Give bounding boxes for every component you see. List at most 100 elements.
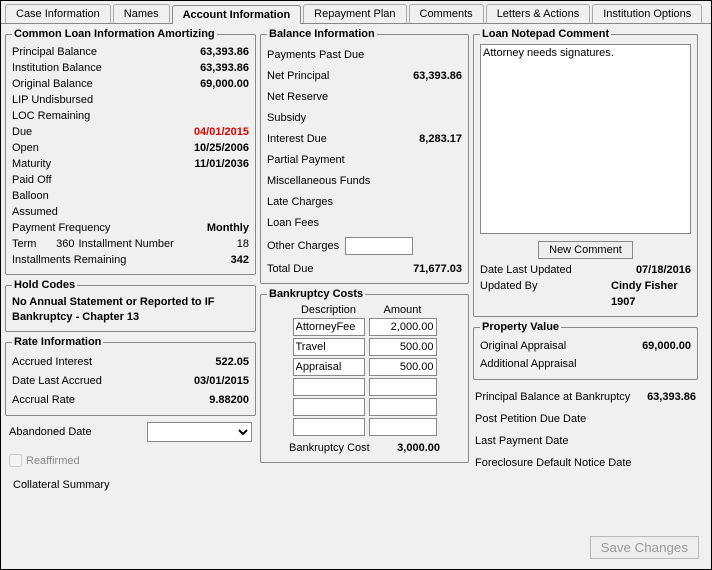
hold-codes: Hold Codes No Annual Statement or Report… (5, 279, 256, 332)
principal-at-bk-label: Principal Balance at Bankruptcy (475, 389, 630, 405)
due-label: Due (12, 124, 194, 140)
tab-case-info[interactable]: Case Information (5, 4, 111, 23)
abandoned-date-select[interactable] (147, 422, 252, 442)
cost-amount-4[interactable] (369, 398, 437, 416)
installments-remaining-label: Installments Remaining (12, 252, 231, 268)
open-value: 10/25/2006 (194, 140, 249, 156)
installments-remaining-value: 342 (231, 252, 249, 268)
bankruptcy-costs-title: Bankruptcy Costs (267, 288, 365, 300)
net-principal-value: 63,393.86 (413, 68, 462, 84)
bankruptcy-cost-total: 3,000.00 (397, 440, 440, 456)
foreclosure-label: Foreclosure Default Notice Date (475, 455, 632, 471)
term-label: Term (12, 236, 36, 252)
amount-header: Amount (369, 304, 437, 316)
abandoned-date-label: Abandoned Date (9, 424, 92, 440)
cost-desc-0[interactable] (293, 318, 365, 336)
installment-num-value: 18 (178, 236, 249, 252)
bankruptcy-costs: Bankruptcy Costs Description Amount Bank… (260, 288, 469, 463)
installment-num-label: Installment Number (78, 236, 173, 252)
tab-names[interactable]: Names (113, 4, 170, 23)
accrued-interest-label: Accrued Interest (12, 354, 215, 370)
loan-fees-label: Loan Fees (267, 215, 462, 231)
balloon-label: Balloon (12, 188, 249, 204)
common-loan-info: Common Loan Information Amortizing Princ… (5, 28, 256, 275)
common-loan-title: Common Loan Information Amortizing (12, 28, 217, 40)
property-value-title: Property Value (480, 321, 561, 333)
subsidy-label: Subsidy (267, 110, 462, 126)
new-comment-button[interactable]: New Comment (538, 241, 633, 259)
payment-freq-label: Payment Frequency (12, 220, 207, 236)
cost-amount-5[interactable] (369, 418, 437, 436)
accrued-interest-value: 522.05 (215, 354, 249, 370)
assumed-label: Assumed (12, 204, 249, 220)
other-charges-label: Other Charges (267, 240, 339, 252)
lip-label: LIP Undisbursed (12, 92, 249, 108)
bankruptcy-cost-total-label: Bankruptcy Cost (289, 440, 370, 456)
interest-due-value: 8,283.17 (419, 131, 462, 147)
partial-payment-label: Partial Payment (267, 152, 462, 168)
original-balance-label: Original Balance (12, 76, 200, 92)
tab-institution[interactable]: Institution Options (592, 4, 702, 23)
desc-header: Description (293, 304, 365, 316)
net-reserve-label: Net Reserve (267, 89, 462, 105)
institution-balance-value: 63,393.86 (200, 60, 249, 76)
cost-amount-2[interactable] (369, 358, 437, 376)
tab-letters[interactable]: Letters & Actions (486, 4, 591, 23)
date-last-accrued-value: 03/01/2015 (194, 373, 249, 389)
updated-by-label: Updated By (480, 278, 537, 294)
payment-freq-value: Monthly (207, 220, 249, 236)
cost-amount-0[interactable] (369, 318, 437, 336)
open-label: Open (12, 140, 194, 156)
notepad-textarea[interactable]: Attorney needs signatures. (480, 44, 691, 234)
save-changes-button[interactable]: Save Changes (590, 536, 699, 559)
accrual-rate-label: Accrual Rate (12, 392, 209, 408)
hold-code-2: Bankruptcy - Chapter 13 (12, 310, 249, 325)
updated-by-value2: 1907 (611, 294, 691, 310)
collateral-summary-link[interactable]: Collateral Summary (13, 479, 256, 491)
hold-codes-title: Hold Codes (12, 279, 77, 291)
principal-at-bk-value: 63,393.86 (647, 389, 696, 405)
cost-desc-2[interactable] (293, 358, 365, 376)
date-updated-value: 07/18/2016 (611, 262, 691, 278)
date-last-accrued-label: Date Last Accrued (12, 373, 194, 389)
tabs: Case Information Names Account Informati… (1, 1, 711, 24)
cost-desc-1[interactable] (293, 338, 365, 356)
due-value: 04/01/2015 (194, 124, 249, 140)
accrual-rate-value: 9.88200 (209, 392, 249, 408)
other-charges-input[interactable] (345, 237, 413, 255)
notepad-title: Loan Notepad Comment (480, 28, 611, 40)
total-due-label: Total Due (267, 261, 413, 277)
balance-info: Balance Information Payments Past Due Ne… (260, 28, 469, 284)
rate-info-title: Rate Information (12, 336, 103, 348)
payments-past-due-label: Payments Past Due (267, 47, 462, 63)
tab-repayment[interactable]: Repayment Plan (303, 4, 406, 23)
total-due-value: 71,677.03 (413, 261, 462, 277)
loan-notepad: Loan Notepad Comment Attorney needs sign… (473, 28, 698, 317)
last-payment-label: Last Payment Date (475, 433, 569, 449)
cost-amount-1[interactable] (369, 338, 437, 356)
updated-by-value: Cindy Fisher (611, 278, 691, 294)
original-appraisal-value: 69,000.00 (642, 338, 691, 354)
original-appraisal-label: Original Appraisal (480, 338, 642, 354)
reaffirmed-checkbox[interactable] (9, 454, 22, 467)
cost-desc-3[interactable] (293, 378, 365, 396)
rate-info: Rate Information Accrued Interest522.05 … (5, 336, 256, 416)
principal-balance-label: Principal Balance (12, 44, 200, 60)
cost-amount-3[interactable] (369, 378, 437, 396)
reaffirmed-label: Reaffirmed (26, 455, 80, 467)
tab-account-info[interactable]: Account Information (172, 5, 302, 24)
principal-balance-value: 63,393.86 (200, 44, 249, 60)
loc-label: LOC Remaining (12, 108, 249, 124)
interest-due-label: Interest Due (267, 131, 419, 147)
misc-funds-label: Miscellaneous Funds (267, 173, 462, 189)
term-value: 360 (40, 236, 74, 252)
paid-off-label: Paid Off (12, 172, 249, 188)
tab-comments[interactable]: Comments (409, 4, 484, 23)
balance-info-title: Balance Information (267, 28, 377, 40)
hold-code-1: No Annual Statement or Reported to IF (12, 295, 249, 310)
cost-desc-4[interactable] (293, 398, 365, 416)
post-petition-label: Post Petition Due Date (475, 411, 586, 427)
maturity-value: 11/01/2036 (195, 156, 249, 172)
property-value: Property Value Original Appraisal69,000.… (473, 321, 698, 380)
cost-desc-5[interactable] (293, 418, 365, 436)
